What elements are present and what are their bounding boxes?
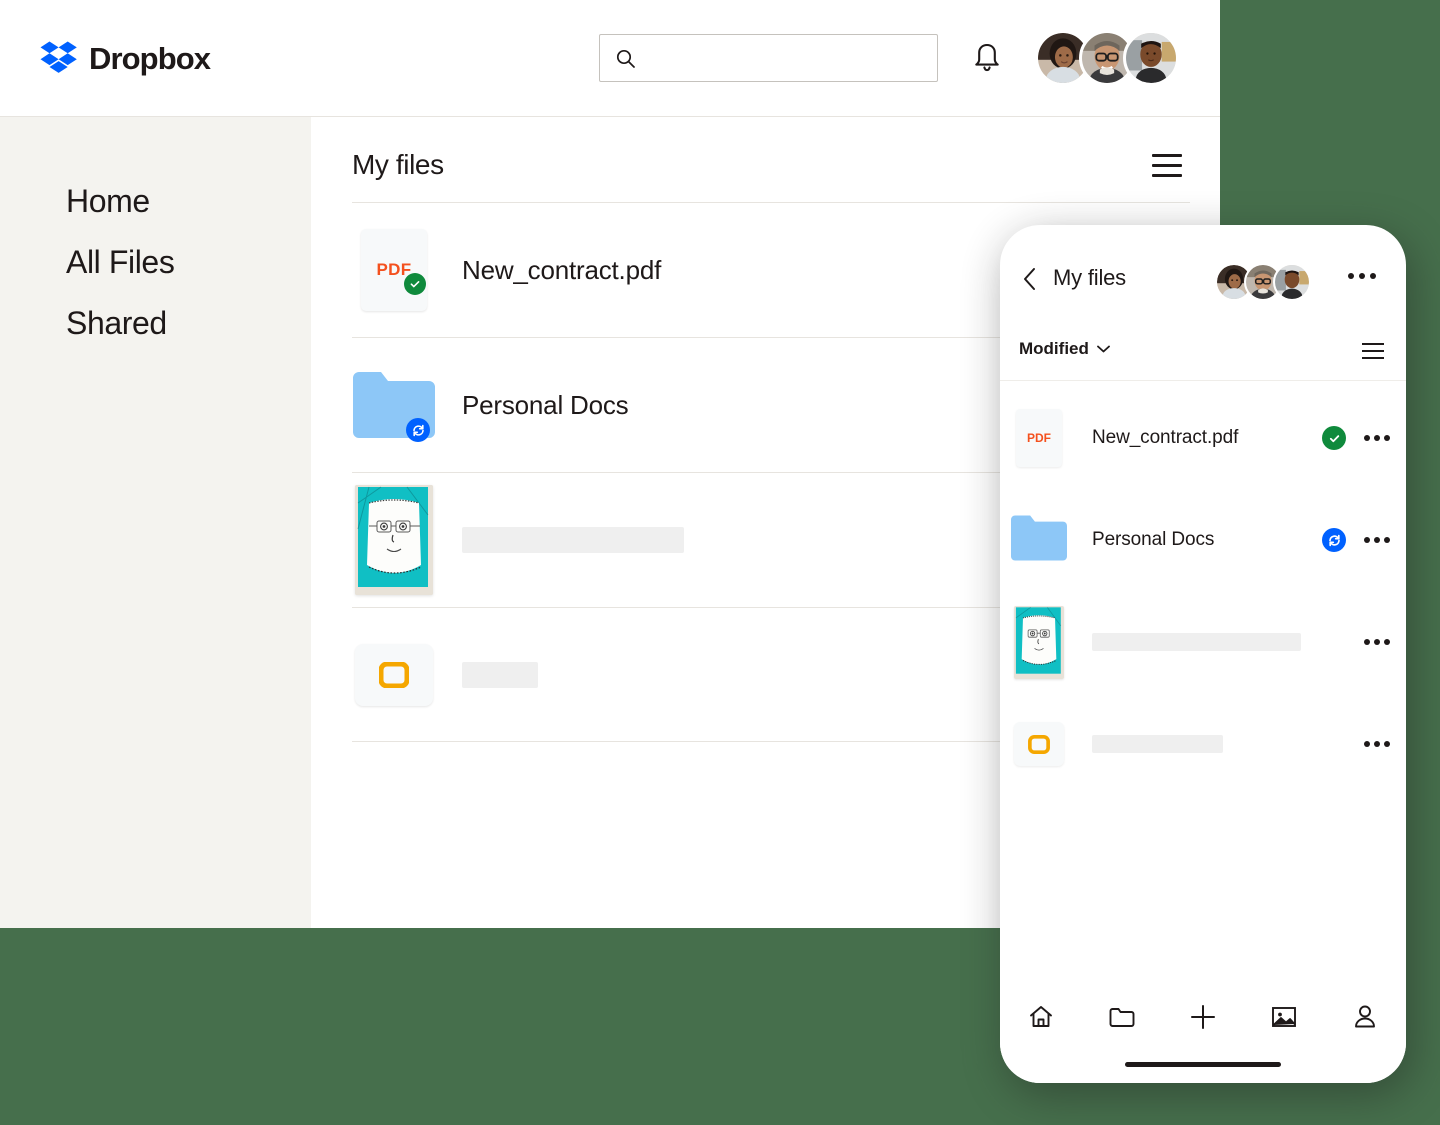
nav-photos[interactable] [1262,997,1306,1041]
presentation-file-icon [355,643,433,706]
dropbox-wordmark: Dropbox [89,40,211,76]
sync-circle-icon [1322,528,1346,552]
list-item[interactable]: Personal Docs [1000,489,1406,591]
search-icon [616,49,635,68]
list-view-icon[interactable] [1362,343,1384,359]
folder-icon [1109,1005,1135,1034]
photo-thumbnail [355,485,433,595]
file-thumbnail: PDF [1014,409,1064,467]
file-name: New_contract.pdf [1092,427,1239,448]
list-item[interactable] [1000,693,1406,795]
file-name-placeholder [1092,735,1223,753]
chevron-left-icon[interactable] [1022,267,1038,291]
photos-icon [1271,1005,1297,1034]
row-actions [1364,639,1390,645]
nav-home[interactable] [1019,997,1063,1041]
row-actions [1364,741,1390,747]
nav-create[interactable] [1181,997,1225,1041]
phone-bottom-nav [1000,987,1406,1083]
dropbox-glyph-icon [40,41,78,75]
presentation-file-icon [1014,722,1064,766]
desktop-sidebar: Home All Files Shared [0,117,311,928]
more-horizontal-icon[interactable] [1348,273,1376,279]
file-name: Personal Docs [462,389,629,420]
page-title: My files [352,149,444,180]
avatar-group[interactable] [1035,30,1179,86]
file-thumbnail: PDF [352,229,436,311]
phone-mockup: My files Modified PDF New_contract.pdf P… [1000,225,1406,1083]
pdf-file-icon: PDF [1016,409,1062,467]
file-thumbnail [1014,722,1064,766]
dropbox-logo[interactable]: Dropbox [40,40,211,76]
search-input[interactable] [635,35,937,81]
file-thumbnail [1011,514,1067,566]
phone-header: My files [1000,225,1406,333]
pdf-icon-label: PDF [1027,431,1051,445]
phone-file-list: PDF New_contract.pdf Personal Docs [1000,381,1406,795]
more-horizontal-icon[interactable] [1364,537,1390,543]
chevron-down-icon [1096,340,1110,358]
phone-sort-bar: Modified [1000,333,1406,381]
list-view-icon[interactable] [1152,154,1182,178]
file-thumbnail [352,372,436,442]
phone-page-title: My files [1053,265,1126,290]
list-item[interactable]: PDF New_contract.pdf [1000,387,1406,489]
row-actions [1322,528,1390,552]
avatar[interactable] [1273,263,1311,301]
more-horizontal-icon[interactable] [1364,741,1390,747]
home-icon [1028,1004,1054,1035]
file-thumbnail [1014,605,1064,679]
screenshot-root: Dropbox Home All Files Shared My files P… [0,0,1440,1125]
file-thumbnail [352,485,436,595]
more-horizontal-icon[interactable] [1364,639,1390,645]
nav-account[interactable] [1343,997,1387,1041]
plus-icon [1189,1003,1217,1036]
home-indicator-bar [1125,1062,1281,1067]
photo-thumbnail [1014,605,1064,679]
sort-dropdown[interactable]: Modified [1019,339,1110,359]
nav-files[interactable] [1100,997,1144,1041]
sort-label: Modified [1019,339,1089,358]
more-horizontal-icon[interactable] [1364,435,1390,441]
file-name: Personal Docs [1092,529,1215,550]
person-icon [1353,1004,1377,1035]
sidebar-item-home[interactable]: Home [66,183,150,220]
phone-avatar-group[interactable] [1215,263,1311,301]
search-box[interactable] [599,34,938,82]
file-name-placeholder [1092,633,1301,651]
file-name: New_contract.pdf [462,254,662,285]
pdf-file-icon: PDF [361,229,427,311]
file-name-placeholder [462,527,684,553]
sidebar-item-all-files[interactable]: All Files [66,244,175,281]
sidebar-item-shared[interactable]: Shared [66,305,167,342]
file-name-placeholder [462,661,538,688]
folder-icon [1011,514,1067,566]
file-thumbnail [352,643,436,706]
list-item[interactable] [1000,591,1406,693]
sync-circle-icon [406,418,430,442]
check-circle-icon [1322,426,1346,450]
check-circle-icon [404,273,426,295]
bell-icon[interactable] [972,42,1002,74]
avatar[interactable] [1123,30,1179,86]
row-actions [1322,426,1390,450]
desktop-header: Dropbox [0,0,1220,117]
